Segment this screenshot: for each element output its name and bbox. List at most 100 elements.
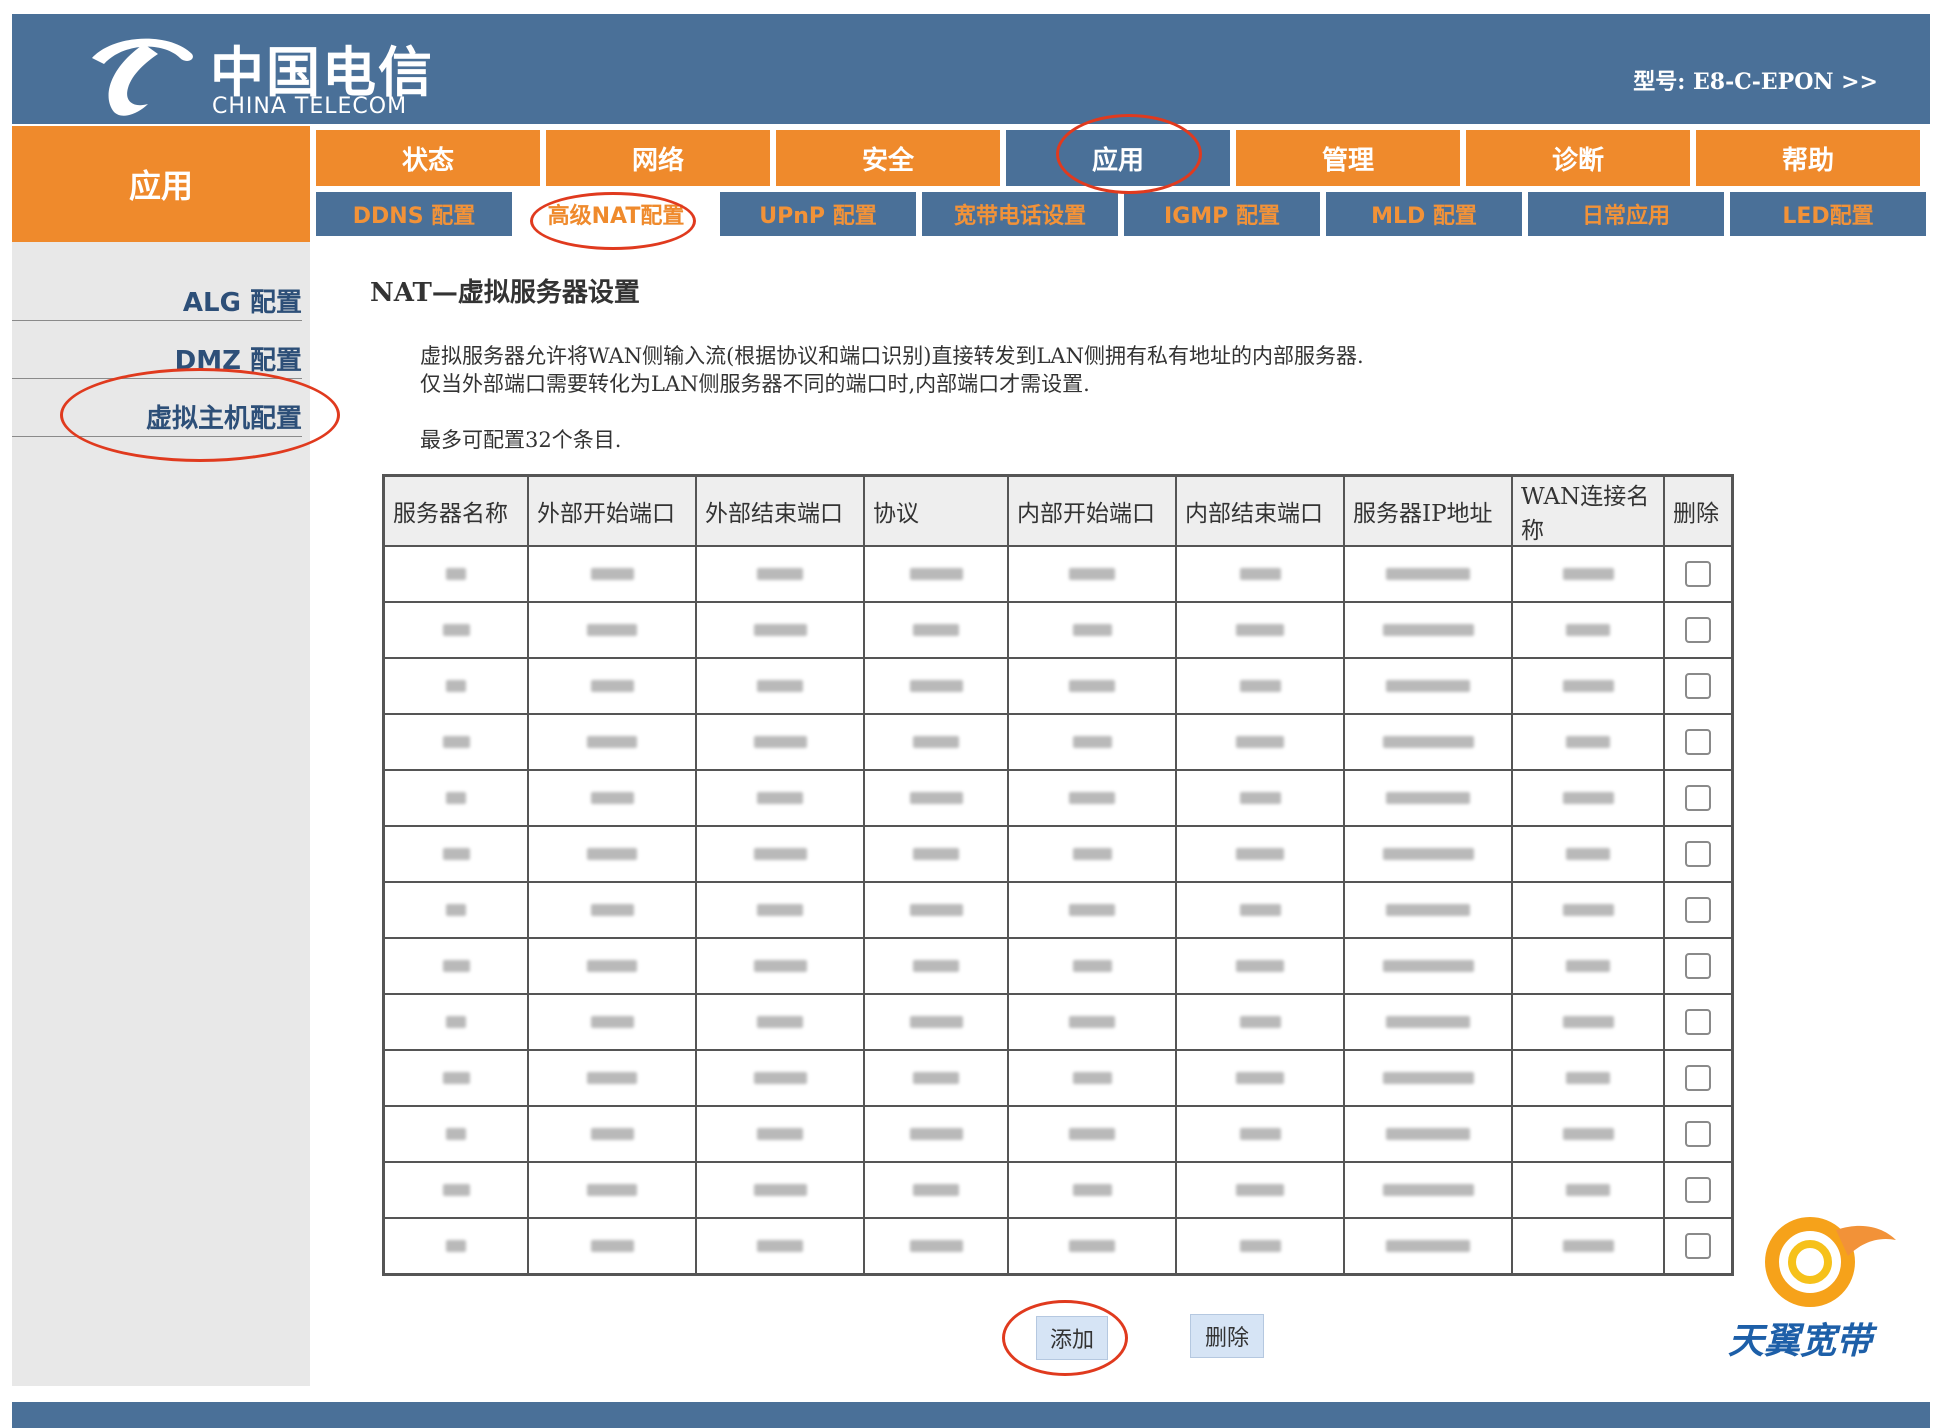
table-cell (695, 881, 865, 939)
redacted-value (1386, 567, 1470, 580)
redacted-value (590, 791, 634, 804)
subtab-igmp[interactable]: IGMP 配置 (1124, 192, 1320, 236)
redacted-value (442, 735, 470, 748)
redacted-value (757, 903, 803, 916)
redacted-value (1236, 847, 1284, 860)
redacted-value (1236, 735, 1284, 748)
redacted-value (587, 1071, 637, 1084)
delete-checkbox[interactable] (1685, 1121, 1711, 1147)
subtab-advanced-nat[interactable]: 高级NAT配置 (518, 192, 714, 236)
footer-bar (12, 1402, 1930, 1428)
table-cell (1007, 601, 1177, 659)
table-cell (695, 1105, 865, 1163)
redacted-value (757, 1239, 803, 1252)
table-cell (863, 993, 1009, 1051)
device-model-link[interactable]: 型号: E8-C-EPON >> (1633, 64, 1878, 96)
sidebar-item-dmz[interactable]: DMZ 配置 (175, 340, 302, 377)
col-internal-end-port: 内部结束端口 (1175, 474, 1345, 547)
redacted-value (442, 1071, 470, 1084)
table-cell (863, 769, 1009, 827)
table-cell (1511, 1217, 1665, 1276)
redacted-value (587, 623, 637, 636)
tab-help[interactable]: 帮助 (1696, 130, 1920, 186)
redacted-value (909, 791, 963, 804)
table-cell (1007, 1217, 1177, 1276)
table-cell (863, 881, 1009, 939)
redacted-value (446, 567, 466, 580)
redacted-value (1386, 1239, 1470, 1252)
subtab-daily-apps[interactable]: 日常应用 (1528, 192, 1724, 236)
delete-checkbox[interactable] (1685, 1065, 1711, 1091)
delete-cell (1663, 825, 1734, 883)
tab-diagnostics[interactable]: 诊断 (1466, 130, 1690, 186)
virtual-server-table: 服务器名称 外部开始端口 外部结束端口 协议 内部开始端口 内部结束端口 服务器… (382, 474, 1734, 1276)
tab-security[interactable]: 安全 (776, 130, 1000, 186)
table-cell (863, 713, 1009, 771)
table-cell (863, 601, 1009, 659)
redacted-value (590, 903, 634, 916)
table-cell (1343, 601, 1513, 659)
redacted-value (590, 1127, 634, 1140)
table-header-row: 服务器名称 外部开始端口 外部结束端口 协议 内部开始端口 内部结束端口 服务器… (382, 474, 1734, 547)
table-cell (1007, 657, 1177, 715)
delete-checkbox[interactable] (1685, 841, 1711, 867)
redacted-value (1566, 1183, 1610, 1196)
redacted-value (913, 623, 959, 636)
redacted-value (1236, 1183, 1284, 1196)
delete-checkbox[interactable] (1685, 1233, 1711, 1259)
table-cell (1343, 1105, 1513, 1163)
table-cell (1343, 993, 1513, 1051)
table-cell (382, 881, 529, 939)
delete-checkbox[interactable] (1685, 897, 1711, 923)
max-entries-note: 最多可配置32个条目. (420, 428, 622, 452)
redacted-value (1566, 735, 1610, 748)
table-cell (1511, 713, 1665, 771)
redacted-value (757, 567, 803, 580)
table-cell (382, 545, 529, 603)
delete-cell (1663, 657, 1734, 715)
table-cell (1007, 769, 1177, 827)
delete-cell (1663, 601, 1734, 659)
section-title: 应用 (12, 126, 310, 242)
table-cell (382, 769, 529, 827)
redacted-value (590, 1015, 634, 1028)
table-cell (1343, 881, 1513, 939)
table-cell (382, 601, 529, 659)
redacted-value (446, 1015, 466, 1028)
subtab-upnp[interactable]: UPnP 配置 (720, 192, 916, 236)
subtab-voip[interactable]: 宽带电话设置 (922, 192, 1118, 236)
delete-button[interactable]: 删除 (1190, 1314, 1264, 1358)
delete-checkbox[interactable] (1685, 617, 1711, 643)
sidebar-item-virtual-host[interactable]: 虚拟主机配置 (146, 398, 302, 435)
table-cell (1343, 713, 1513, 771)
delete-checkbox[interactable] (1685, 561, 1711, 587)
page-title: NAT—虚拟服务器设置 (370, 278, 640, 308)
col-delete: 删除 (1663, 474, 1734, 547)
subtab-mld[interactable]: MLD 配置 (1326, 192, 1522, 236)
delete-checkbox[interactable] (1685, 729, 1711, 755)
col-external-end-port: 外部结束端口 (695, 474, 865, 547)
sidebar-item-alg[interactable]: ALG 配置 (183, 282, 302, 319)
add-button[interactable]: 添加 (1036, 1316, 1108, 1360)
delete-checkbox[interactable] (1685, 1177, 1711, 1203)
col-wan-connection: WAN连接名称 (1511, 474, 1665, 547)
table-cell (863, 1105, 1009, 1163)
redacted-value (446, 903, 466, 916)
delete-checkbox[interactable] (1685, 785, 1711, 811)
header: 中国电信 CHINA TELECOM 型号: E8-C-EPON >> (12, 14, 1930, 124)
delete-checkbox[interactable] (1685, 953, 1711, 979)
tab-network[interactable]: 网络 (546, 130, 770, 186)
delete-checkbox[interactable] (1685, 673, 1711, 699)
delete-checkbox[interactable] (1685, 1009, 1711, 1035)
redacted-value (913, 959, 959, 972)
subtab-led[interactable]: LED配置 (1730, 192, 1926, 236)
description-line-2: 仅当外部端口需要转化为LAN侧服务器不同的端口时,内部端口才需设置. (420, 372, 1090, 396)
redacted-value (1072, 1071, 1112, 1084)
redacted-value (1562, 903, 1614, 916)
tab-status[interactable]: 状态 (316, 130, 540, 186)
tab-management[interactable]: 管理 (1236, 130, 1460, 186)
subtab-ddns[interactable]: DDNS 配置 (316, 192, 512, 236)
redacted-value (757, 1015, 803, 1028)
redacted-value (1069, 679, 1115, 692)
tab-application[interactable]: 应用 (1006, 130, 1230, 186)
